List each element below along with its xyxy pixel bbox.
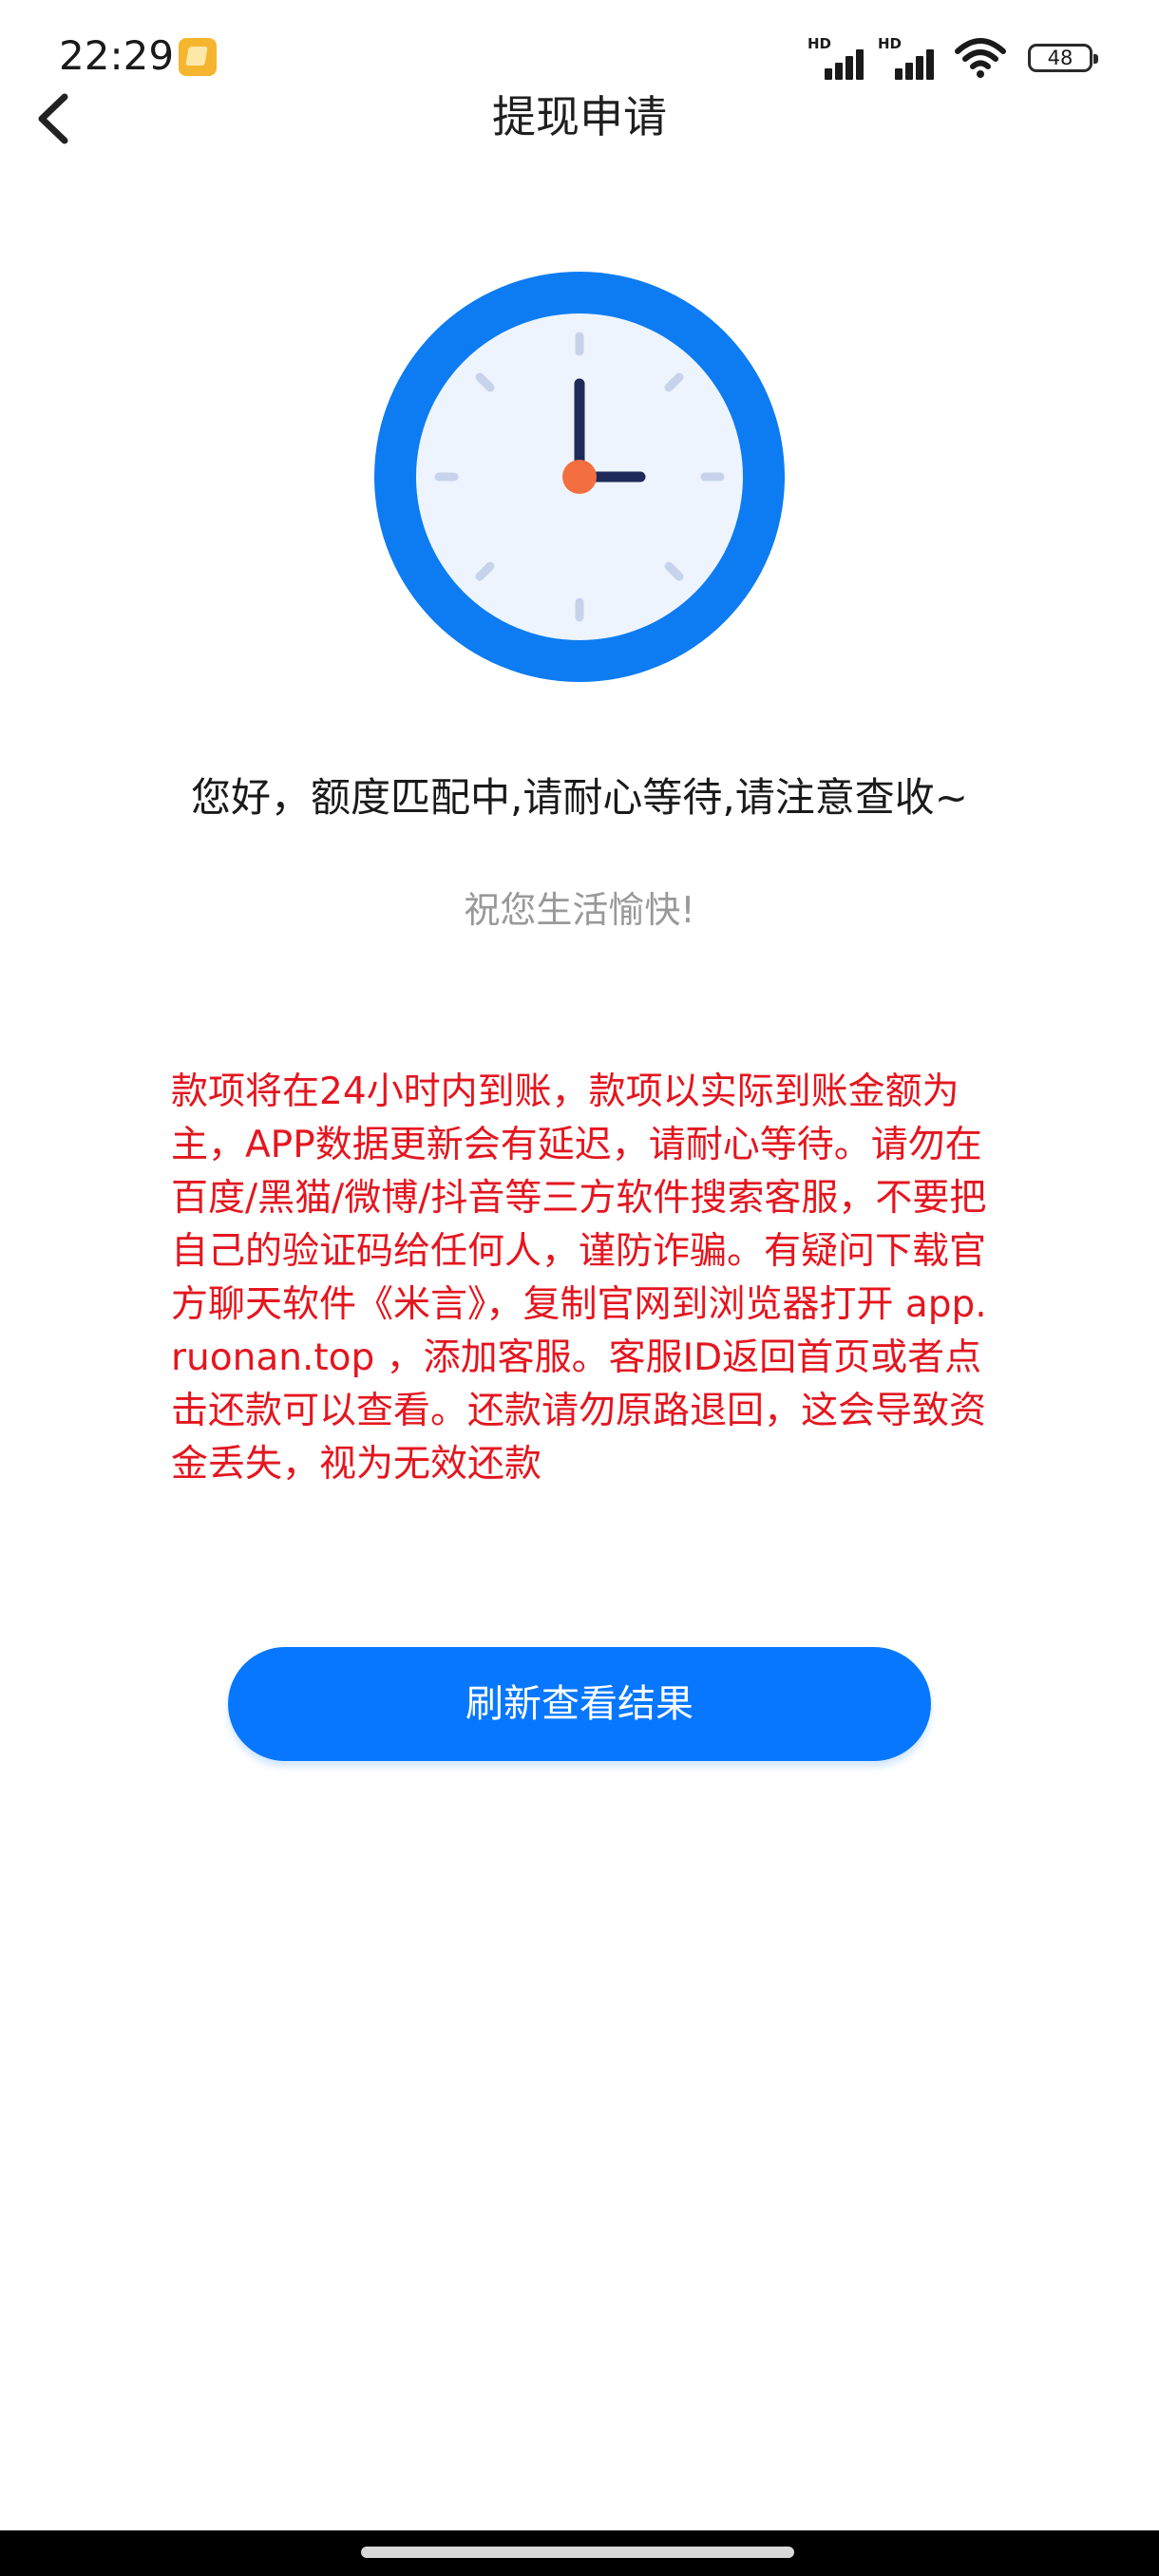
signal-hd-label: HD [878, 35, 902, 52]
signal-hd-label: HD [808, 35, 832, 52]
signal-icon: HD [878, 36, 937, 80]
app-notification-icon [179, 38, 217, 76]
refresh-result-button[interactable]: 刷新查看结果 [228, 1647, 931, 1761]
home-indicator[interactable] [361, 2547, 794, 2558]
status-headline: 您好，额度匹配中,请耐心等待,请注意查收~ [191, 774, 968, 821]
status-time: 22:29 [59, 32, 175, 79]
greeting-text: 祝您生活愉快! [464, 889, 695, 931]
status-indicators: HD HD 48 [808, 34, 1098, 82]
battery-level: 48 [1047, 47, 1074, 69]
signal-icon: HD [808, 36, 866, 80]
battery-icon: 48 [1028, 44, 1098, 72]
wifi-icon [955, 38, 1006, 78]
clock-icon [374, 272, 785, 682]
page-title: 提现申请 [492, 91, 667, 142]
warning-notice: 款项将在24小时内到账，款项以实际到账金额为主，APP数据更新会有延迟，请耐心等… [171, 1070, 987, 1486]
